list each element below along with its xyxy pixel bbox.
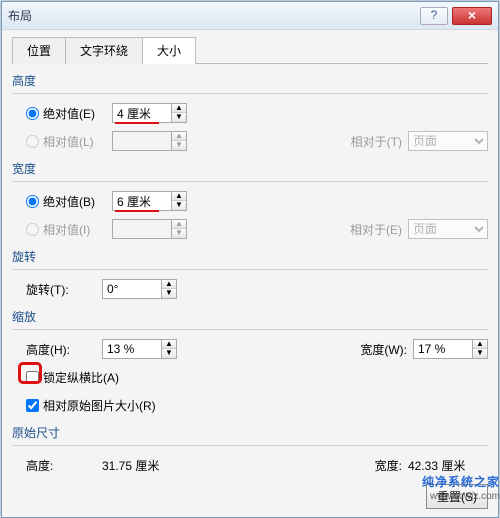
width-absolute-radio-row[interactable]: 绝对值(B) (12, 193, 112, 210)
width-absolute-spinner[interactable]: ▲▼ (112, 191, 187, 211)
rotate-label: 旋转(T): (12, 281, 102, 298)
titlebar: 布局 (2, 2, 498, 30)
width-relative-input (112, 219, 172, 239)
width-relativeto-select: 页面 (408, 219, 488, 239)
lock-aspect-label: 锁定纵横比(A) (43, 369, 119, 386)
height-absolute-spinner[interactable]: ▲▼ (112, 103, 187, 123)
rotate-spinner[interactable]: ▲▼ (102, 279, 177, 299)
dialog-title: 布局 (8, 7, 420, 24)
annotation-underline (115, 210, 159, 212)
height-absolute-radio-row[interactable]: 绝对值(E) (12, 105, 112, 122)
annotation-underline (115, 122, 159, 124)
group-width-title: 宽度 (12, 160, 488, 177)
group-original-title: 原始尺寸 (12, 424, 488, 441)
help-button[interactable] (420, 7, 448, 25)
height-relative-label: 相对值(L) (43, 133, 94, 150)
group-scale-title: 缩放 (12, 308, 488, 325)
relative-original-label: 相对原始图片大小(R) (43, 397, 156, 414)
width-absolute-radio[interactable] (26, 195, 39, 208)
height-relativeto-label: 相对于(T) (338, 133, 408, 150)
height-absolute-radio[interactable] (26, 107, 39, 120)
annotation-box (18, 362, 42, 384)
height-relative-input (112, 131, 172, 151)
scale-height-label: 高度(H): (12, 341, 102, 358)
relative-original-checkbox[interactable] (26, 399, 39, 412)
group-height-title: 高度 (12, 72, 488, 89)
height-relativeto-combo: 页面 (408, 131, 488, 151)
scale-height-input[interactable] (102, 339, 162, 359)
dialog-body: 位置 文字环绕 大小 高度 绝对值(E) ▲▼ 相对值(L) (2, 30, 498, 517)
layout-dialog: 布局 位置 文字环绕 大小 高度 绝对值(E) ▲▼ (1, 1, 499, 518)
rotate-input[interactable] (102, 279, 162, 299)
width-absolute-input[interactable] (112, 191, 172, 211)
width-relativeto-combo: 页面 (408, 219, 488, 239)
tab-size[interactable]: 大小 (142, 37, 196, 64)
watermark: 纯净系统之家 www.ycwjz.com (422, 473, 500, 502)
original-height-label: 高度: (12, 457, 102, 474)
group-rotate-title: 旋转 (12, 248, 488, 265)
scale-width-label: 宽度(W): (343, 341, 413, 358)
height-relative-radio-row[interactable]: 相对值(L) (12, 133, 112, 150)
tab-strip: 位置 文字环绕 大小 (12, 36, 488, 64)
height-absolute-input[interactable] (112, 103, 172, 123)
watermark-url: www.ycwjz.com (422, 491, 500, 502)
height-relative-radio (26, 135, 39, 148)
original-height-value: 31.75 厘米 (102, 457, 182, 474)
scale-width-input[interactable] (413, 339, 473, 359)
width-relative-label: 相对值(I) (43, 221, 90, 238)
close-button[interactable] (452, 7, 492, 25)
height-relative-spinner: ▲▼ (112, 131, 187, 151)
watermark-brand: 纯净系统之家 (422, 475, 500, 489)
width-relative-radio-row[interactable]: 相对值(I) (12, 221, 112, 238)
scale-height-spinner[interactable]: ▲▼ (102, 339, 177, 359)
original-width-value: 42.33 厘米 (408, 457, 488, 474)
width-relative-spinner: ▲▼ (112, 219, 187, 239)
width-absolute-label: 绝对值(B) (43, 193, 95, 210)
tab-position[interactable]: 位置 (12, 37, 66, 64)
height-relativeto-select: 页面 (408, 131, 488, 151)
tab-wrap[interactable]: 文字环绕 (65, 37, 143, 64)
original-width-label: 宽度: (338, 457, 408, 474)
scale-width-spinner[interactable]: ▲▼ (413, 339, 488, 359)
height-absolute-label: 绝对值(E) (43, 105, 95, 122)
width-relativeto-label: 相对于(E) (338, 221, 408, 238)
width-relative-radio (26, 223, 39, 236)
